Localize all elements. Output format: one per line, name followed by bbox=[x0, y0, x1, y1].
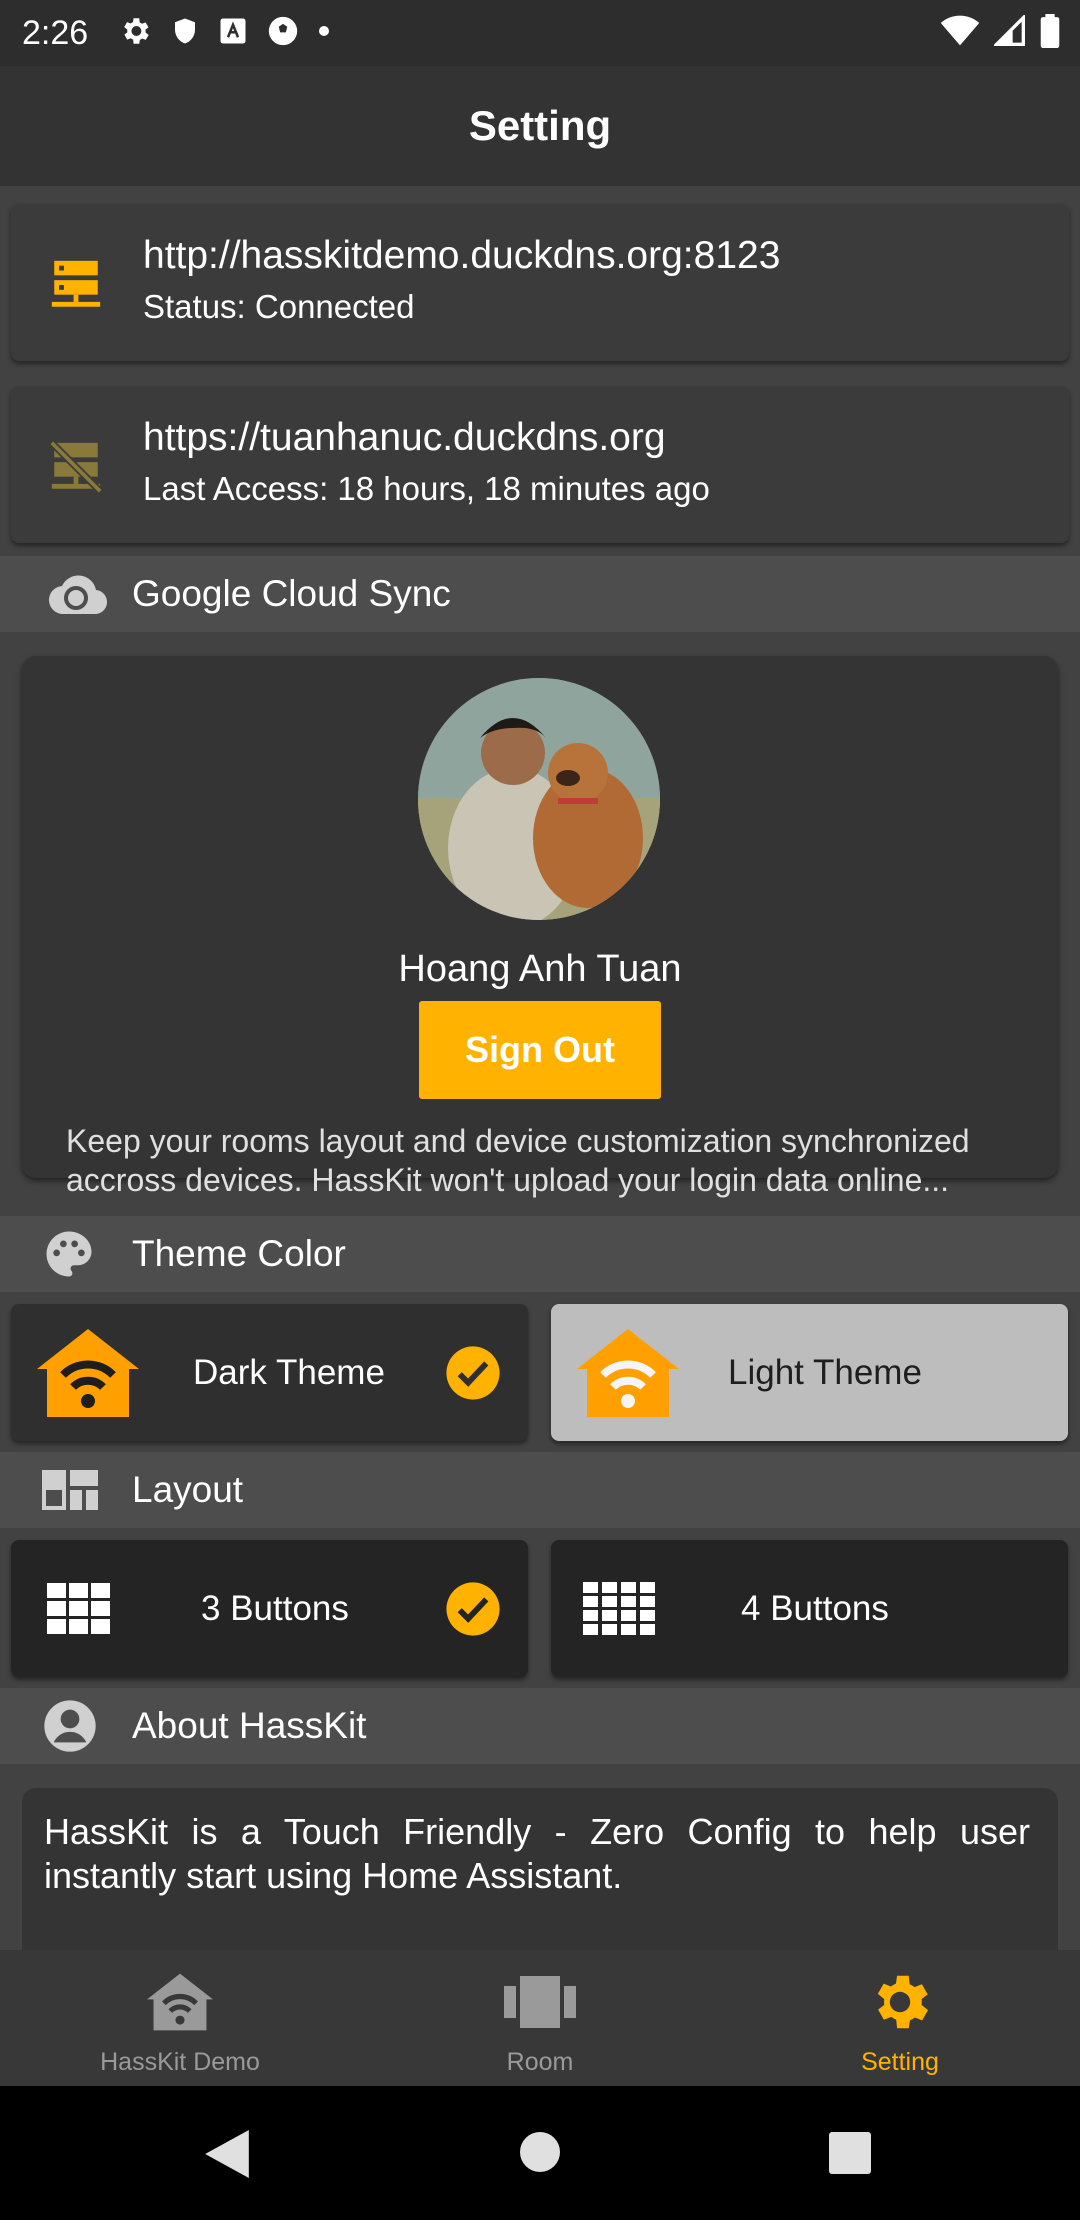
avatar bbox=[418, 678, 660, 920]
section-header-layout: Layout bbox=[0, 1452, 1080, 1528]
server-url: https://tuanhanuc.duckdns.org bbox=[143, 416, 666, 459]
section-title: About HassKit bbox=[132, 1705, 367, 1746]
four-buttons-option[interactable]: 4 Buttons bbox=[551, 1540, 1068, 1677]
section-title: Google Cloud Sync bbox=[132, 573, 451, 614]
nav-label: Room bbox=[506, 2048, 574, 2076]
home-wifi-icon bbox=[144, 1970, 216, 2034]
section-title: Theme Color bbox=[132, 1233, 346, 1274]
bottom-navigation: HassKit Demo Room Setting bbox=[0, 1950, 1080, 2086]
server-last-access: Last Access: 18 hours, 18 minutes ago bbox=[143, 470, 710, 507]
light-theme-option[interactable]: Light Theme bbox=[551, 1304, 1068, 1441]
sync-description: Keep your rooms layout and device custom… bbox=[66, 1123, 970, 1198]
nav-item-hasskit-demo[interactable]: HassKit Demo bbox=[0, 1950, 360, 2086]
signal-status-icon bbox=[992, 13, 1026, 52]
status-time: 2:26 bbox=[22, 13, 89, 52]
home-wifi-icon bbox=[573, 1325, 683, 1421]
notification-dot-icon bbox=[318, 24, 330, 42]
three-buttons-option[interactable]: 3 Buttons bbox=[11, 1540, 528, 1677]
gear-icon bbox=[865, 1970, 935, 2034]
status-bar: 2:26 bbox=[0, 0, 1080, 66]
settings-status-icon bbox=[118, 14, 152, 53]
check-circle-icon bbox=[444, 1580, 502, 1638]
sign-out-button[interactable]: Sign Out bbox=[419, 1001, 661, 1099]
home-icon[interactable] bbox=[519, 2131, 561, 2178]
grid-3x3-icon bbox=[47, 1582, 111, 1635]
dashboard-icon bbox=[42, 1470, 98, 1510]
system-navigation-bar bbox=[0, 2086, 1080, 2220]
soccer-ball-status-icon bbox=[266, 14, 300, 53]
page-title: Setting bbox=[468, 102, 612, 149]
recents-icon[interactable] bbox=[829, 2132, 871, 2179]
nav-label: Setting bbox=[861, 2048, 939, 2076]
server-off-icon bbox=[47, 438, 105, 501]
check-circle-icon bbox=[444, 1344, 502, 1402]
cloud-sync-icon bbox=[42, 569, 110, 619]
grid-4x4-icon bbox=[583, 1581, 655, 1636]
server-url: http://hasskitdemo.duckdns.org:8123 bbox=[143, 234, 781, 277]
server-card-connected[interactable]: http://hasskitdemo.duckdns.org:8123 Stat… bbox=[11, 204, 1069, 361]
about-card: HassKit is a Touch Friendly - Zero Confi… bbox=[22, 1788, 1058, 1950]
server-connected-icon bbox=[47, 256, 105, 319]
wifi-status-icon bbox=[940, 15, 980, 52]
palette-icon bbox=[42, 1227, 96, 1281]
nav-item-room[interactable]: Room bbox=[360, 1950, 720, 2086]
app-bar: Setting bbox=[0, 66, 1080, 186]
server-status: Status: Connected bbox=[143, 288, 415, 325]
google-sync-card: Hoang Anh Tuan Sign Out Keep your rooms … bbox=[22, 656, 1058, 1198]
four-buttons-label: 4 Buttons bbox=[741, 1588, 889, 1628]
shield-status-icon bbox=[170, 14, 200, 53]
home-wifi-icon bbox=[33, 1325, 143, 1421]
room-icon bbox=[504, 1970, 576, 2034]
user-name: Hoang Anh Tuan bbox=[398, 948, 682, 990]
server-card-offline[interactable]: https://tuanhanuc.duckdns.org Last Acces… bbox=[11, 386, 1069, 543]
section-title: Layout bbox=[132, 1469, 244, 1510]
dark-theme-option[interactable]: Dark Theme bbox=[11, 1304, 528, 1441]
about-text: HassKit is a Touch Friendly - Zero Confi… bbox=[44, 1811, 1030, 1896]
section-header-theme: Theme Color bbox=[0, 1216, 1080, 1292]
section-header-google-sync: Google Cloud Sync bbox=[0, 556, 1080, 632]
battery-status-icon bbox=[1040, 13, 1060, 53]
three-buttons-label: 3 Buttons bbox=[201, 1588, 349, 1628]
nav-item-setting[interactable]: Setting bbox=[720, 1950, 1080, 2086]
font-status-icon bbox=[218, 16, 248, 51]
dark-theme-label: Dark Theme bbox=[193, 1352, 385, 1392]
back-icon[interactable] bbox=[204, 2130, 250, 2183]
section-header-about: About HassKit bbox=[0, 1688, 1080, 1764]
light-theme-label: Light Theme bbox=[728, 1352, 922, 1392]
account-circle-icon bbox=[42, 1698, 98, 1754]
nav-label: HassKit Demo bbox=[100, 2048, 260, 2076]
settings-content[interactable]: http://hasskitdemo.duckdns.org:8123 Stat… bbox=[0, 186, 1080, 1950]
